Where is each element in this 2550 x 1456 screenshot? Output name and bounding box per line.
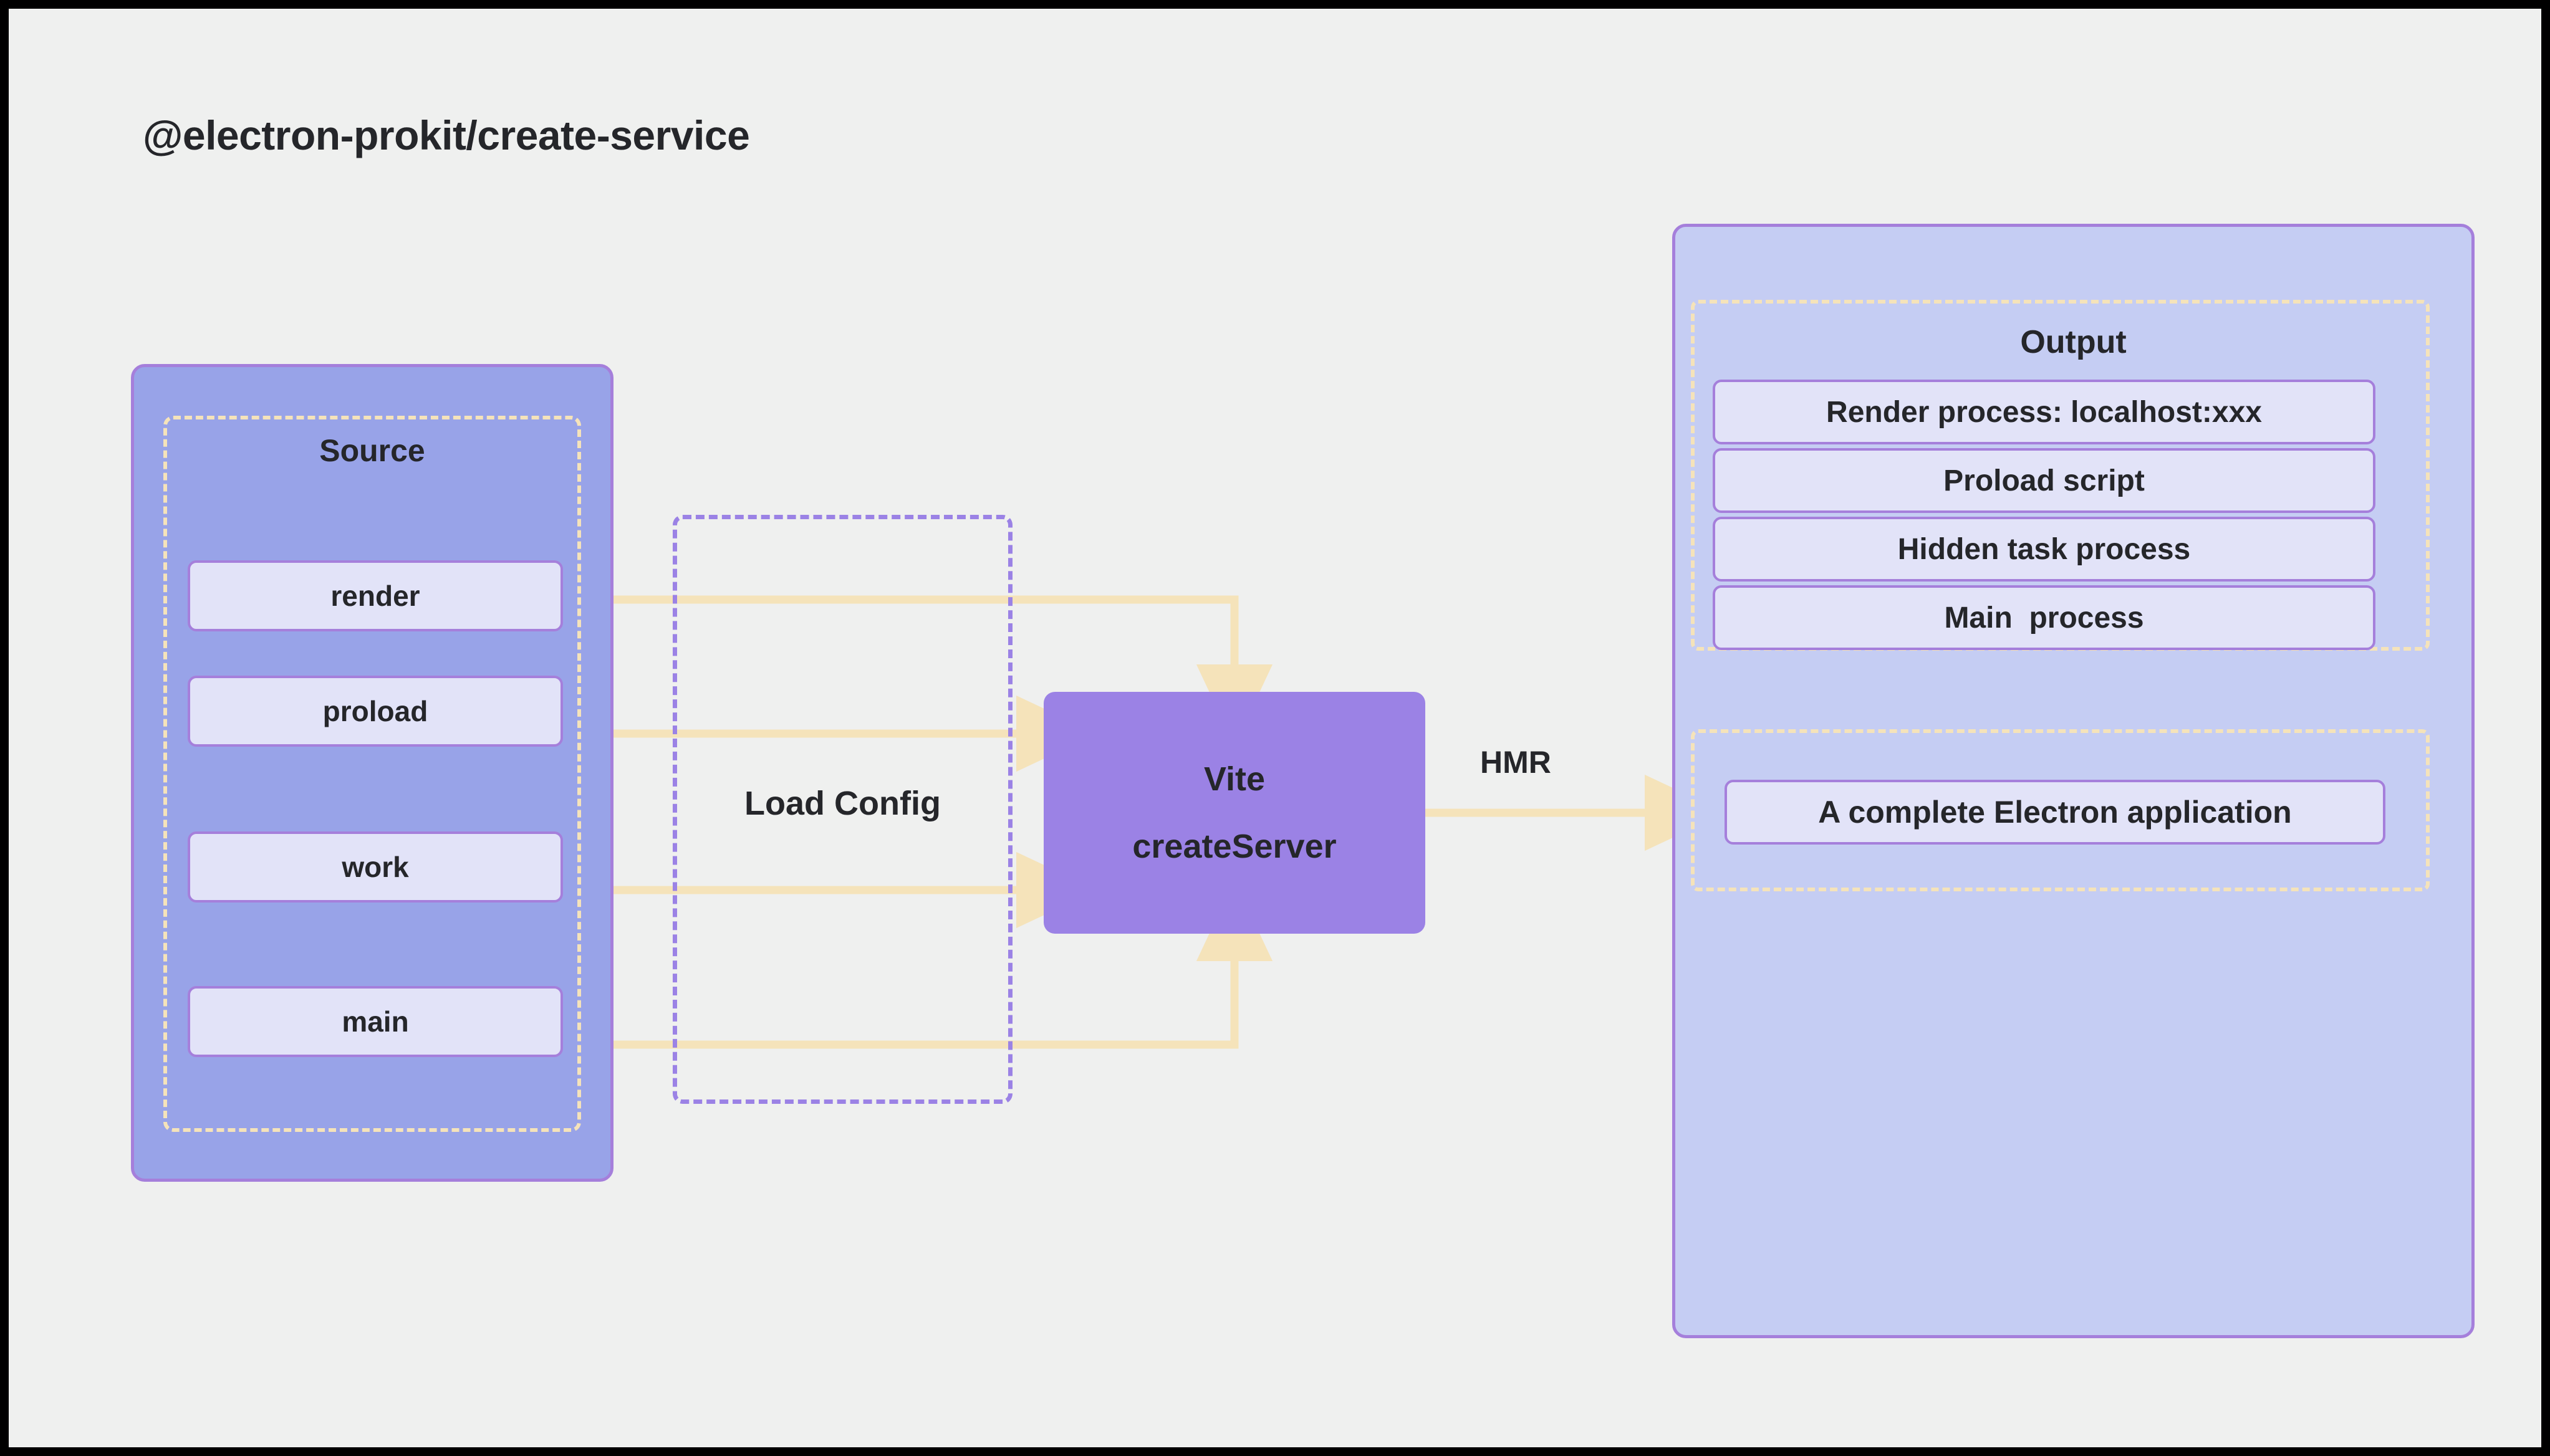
load-config-box: Load Config (673, 515, 1013, 1104)
output-heading: Output (2020, 324, 2127, 360)
page-title: @electron-prokit/create-service (143, 112, 750, 158)
source-item-label: proload (322, 695, 428, 727)
source-item-proload[interactable]: proload (188, 676, 563, 747)
vite-create-server-node[interactable]: Vite createServer (1044, 692, 1425, 934)
output-item-label: Render process: localhost:xxx (1826, 395, 2262, 429)
edge-label-hmr: HMR (1480, 745, 1551, 780)
output-item-proload-script[interactable]: Proload script (1713, 448, 2375, 513)
source-item-main[interactable]: main (188, 986, 563, 1057)
load-config-label: Load Config (744, 785, 941, 822)
vite-subtitle: createServer (1132, 828, 1337, 865)
output-item-label: Proload script (1943, 464, 2145, 497)
output-item-main-process[interactable]: Main process (1713, 585, 2375, 650)
source-item-work[interactable]: work (188, 831, 563, 903)
source-item-label: main (342, 1005, 409, 1038)
output-item-render-process[interactable]: Render process: localhost:xxx (1713, 380, 2375, 444)
diagram-canvas: @electron-prokit/create-service Source r… (9, 9, 2541, 1447)
source-item-label: render (330, 580, 420, 612)
output-item-label: Hidden task process (1897, 532, 2191, 566)
source-item-label: work (342, 851, 409, 883)
source-panel: Source render proload work main (131, 364, 613, 1182)
source-heading: Source (319, 433, 425, 468)
output-panel: Output Render process: localhost:xxx Pro… (1672, 224, 2475, 1338)
vite-title: Vite (1203, 760, 1266, 798)
output-item-hidden-task-process[interactable]: Hidden task process (1713, 517, 2375, 582)
source-item-render[interactable]: render (188, 560, 563, 631)
output-item-label: Main process (1944, 601, 2144, 635)
output-item-label: A complete Electron application (1818, 795, 2292, 830)
output-item-complete-application[interactable]: A complete Electron application (1725, 780, 2385, 845)
